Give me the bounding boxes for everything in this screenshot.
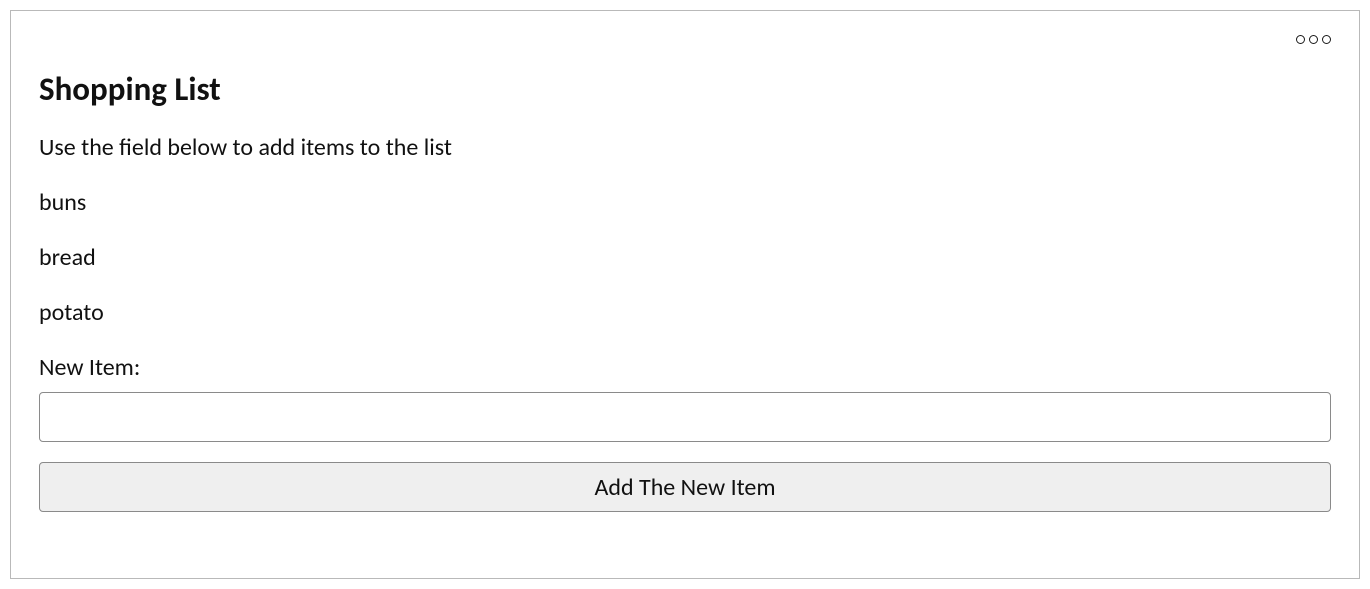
list-item: buns: [39, 188, 1331, 217]
list-item: potato: [39, 298, 1331, 327]
page-description: Use the field below to add items to the …: [39, 133, 1331, 162]
list-item: bread: [39, 243, 1331, 272]
more-options-icon[interactable]: [1296, 35, 1331, 44]
new-item-input[interactable]: [39, 392, 1331, 442]
new-item-label: New Item:: [39, 353, 1331, 382]
add-item-button[interactable]: Add The New Item: [39, 462, 1331, 512]
shopping-list: buns bread potato: [39, 188, 1331, 327]
shopping-list-card: Shopping List Use the field below to add…: [10, 10, 1360, 579]
page-title: Shopping List: [39, 69, 1331, 109]
